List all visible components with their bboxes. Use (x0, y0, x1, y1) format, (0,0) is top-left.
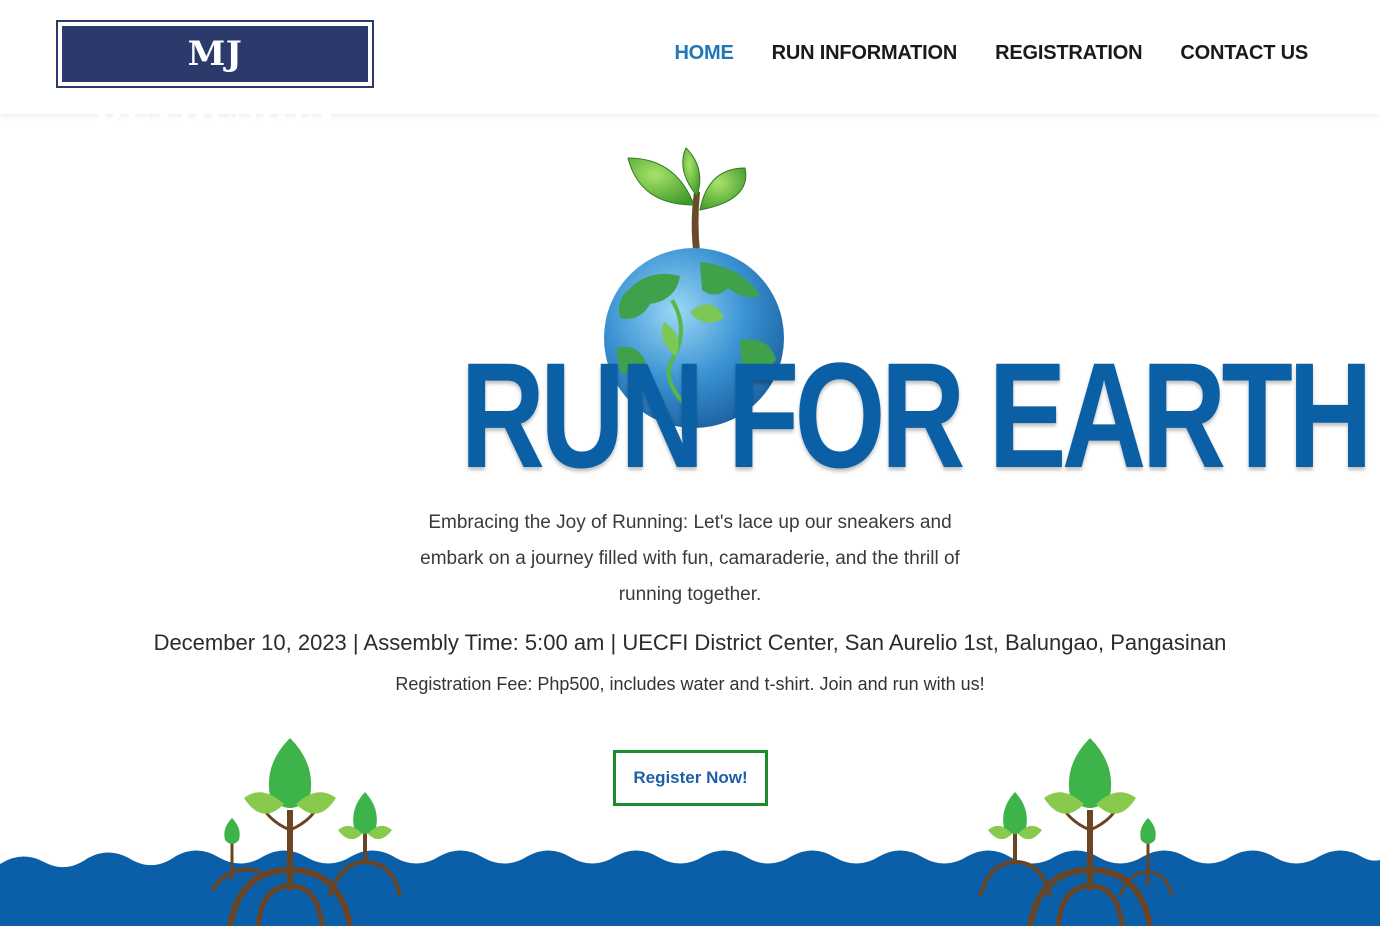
main-nav: HOME RUN INFORMATION REGISTRATION CONTAC… (674, 42, 1308, 65)
water-waves (0, 850, 1380, 926)
logo-text: MJ DEVDESIGN (62, 26, 368, 130)
registration-fee: Registration Fee: Php500, includes water… (395, 674, 985, 694)
register-now-button[interactable]: Register Now! (613, 750, 768, 806)
nav-registration[interactable]: REGISTRATION (995, 42, 1142, 65)
nav-contact-us[interactable]: CONTACT US (1180, 42, 1308, 65)
hero-title: RUN FOR EARTH (460, 331, 1372, 499)
hero-tagline: Embracing the Joy of Running: Let's lace… (420, 512, 960, 605)
site-header: MJ DEVDESIGN HOME RUN INFORMATION REGIST… (0, 0, 1380, 130)
nav-run-information[interactable]: RUN INFORMATION (772, 42, 958, 65)
event-details: December 10, 2023 | Assembly Time: 5:00 … (153, 630, 1227, 655)
site-logo[interactable]: MJ DEVDESIGN (56, 20, 374, 130)
nav-home[interactable]: HOME (674, 42, 733, 65)
